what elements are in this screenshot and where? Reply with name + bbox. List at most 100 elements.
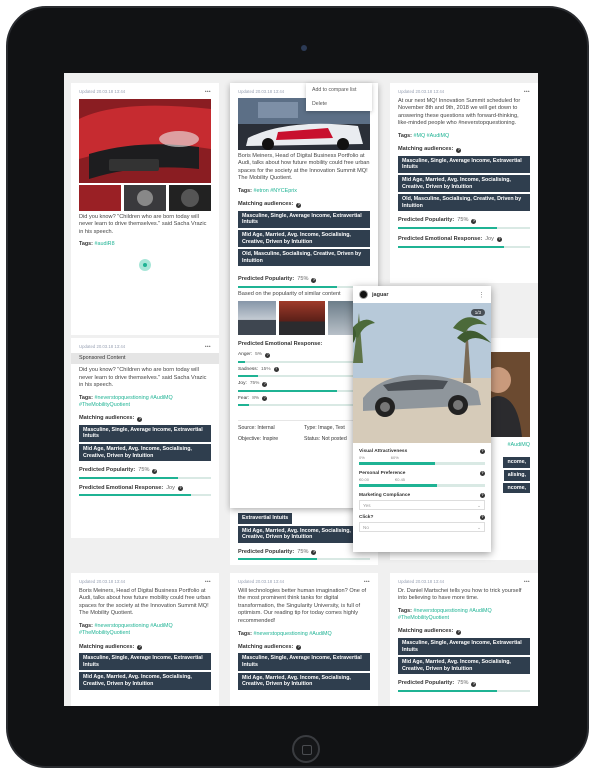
- audience-chip[interactable]: Masculine, Single, Average Income, Extra…: [79, 653, 211, 671]
- tag-link[interactable]: #neverstopquestioning #AudiMQ #TheMobili…: [398, 608, 492, 621]
- home-button-icon[interactable]: [292, 735, 320, 763]
- help-circle-icon[interactable]: ?: [480, 471, 485, 476]
- marketing-select[interactable]: Yes ⌄: [359, 500, 485, 510]
- help-circle-icon[interactable]: ?: [480, 515, 485, 520]
- help-circle-icon[interactable]: ?: [456, 147, 462, 153]
- emotion-value: 75%: [249, 381, 260, 387]
- help-circle-icon[interactable]: ?: [137, 416, 143, 422]
- emotion-bar: [398, 245, 530, 248]
- help-circle-icon[interactable]: ?: [480, 449, 485, 454]
- audience-chip[interactable]: Mid Age, Married, Avg. Income, Socialisi…: [79, 672, 211, 690]
- tag-link[interactable]: #neverstopquestioning #AudiMQ #TheMobili…: [79, 623, 173, 636]
- meta-key: Objective:: [238, 436, 262, 443]
- audience-chip[interactable]: Masculine, Single, Average Income, Extra…: [79, 424, 211, 443]
- audience-chip[interactable]: alising,: [503, 469, 530, 481]
- help-circle-icon[interactable]: ?: [262, 381, 268, 387]
- more-dots-icon[interactable]: •••: [205, 579, 211, 585]
- audience-chip[interactable]: Mid Age, Married, Avg. Income, Socialisi…: [79, 444, 211, 462]
- help-circle-icon[interactable]: ?: [296, 645, 302, 651]
- help-circle-icon[interactable]: ?: [496, 237, 502, 243]
- delete-menu-item[interactable]: Delete: [306, 97, 372, 111]
- more-dots-icon[interactable]: •••: [524, 89, 530, 95]
- popularity-heading: Predicted Popularity: 75%?: [398, 680, 530, 688]
- help-circle-icon[interactable]: ?: [273, 367, 279, 373]
- help-circle-icon[interactable]: ?: [471, 218, 477, 224]
- meta-row: Source: Internal Type: Image, Text: [238, 425, 370, 432]
- more-dots-icon[interactable]: •••: [205, 89, 211, 95]
- fear-row: Fear: 8%?: [238, 396, 370, 402]
- content-card[interactable]: Updated 20.03.18 13:44 ••• At our next M…: [390, 83, 538, 283]
- audience-chip[interactable]: Mid Age, Married, Avg. Income, Socialisi…: [398, 175, 530, 193]
- similar-thumbnail[interactable]: [238, 300, 276, 335]
- audience-chip[interactable]: Mid Age, Married, Avg. Income, Socialisi…: [238, 672, 370, 690]
- anger-bar: [238, 360, 370, 363]
- updated-timestamp: Updated 20.03.18 13:44: [398, 579, 445, 584]
- help-circle-icon[interactable]: ?: [311, 550, 317, 556]
- help-circle-icon[interactable]: ?: [296, 202, 302, 208]
- tag-link[interactable]: #neverstopquestioning #AudiMQ #TheMobili…: [79, 395, 173, 408]
- updated-timestamp: Updated 20.03.18 13:44: [79, 344, 126, 349]
- tag-link[interactable]: #AudiMQ: [508, 442, 530, 448]
- personal-slider[interactable]: [359, 484, 485, 487]
- section-label: Predicted Popularity:: [398, 217, 455, 224]
- help-circle-icon[interactable]: ?: [480, 493, 485, 498]
- level-fill: [359, 462, 435, 465]
- matching-audiences-heading: Matching audiences:?: [79, 644, 211, 652]
- matching-audiences-heading: Matching audiences:?: [79, 415, 211, 423]
- help-circle-icon[interactable]: ?: [137, 644, 143, 650]
- audience-chip[interactable]: Mid Age, Married, Avg. Income, Socialisi…: [398, 657, 530, 675]
- help-circle-icon[interactable]: ?: [471, 681, 477, 687]
- help-circle-icon[interactable]: ?: [152, 468, 158, 474]
- help-circle-icon[interactable]: ?: [177, 486, 183, 492]
- visual-slider[interactable]: [359, 462, 485, 465]
- content-card[interactable]: Updated 20.03.18 13:44 ••• Will technolo…: [230, 573, 378, 706]
- content-card[interactable]: Updated 20.03.18 13:44 ••• Dr. Daniel Ma…: [390, 573, 538, 706]
- more-vertical-icon[interactable]: ⋮: [478, 291, 485, 299]
- meta-value: Inspire: [262, 436, 279, 443]
- click-select[interactable]: No ⌄: [359, 522, 485, 532]
- more-dots-icon[interactable]: •••: [524, 579, 530, 585]
- image-counter-badge: 1/3: [470, 309, 485, 316]
- audience-chip[interactable]: Old, Masculine, Socialising, Creative, D…: [398, 194, 530, 212]
- matching-audiences-heading: Matching audiences:?: [238, 201, 370, 209]
- card-header: Updated 20.03.18 13:44 •••: [398, 579, 530, 585]
- tags-label: Tags:: [238, 630, 252, 637]
- level-fill: [238, 404, 249, 406]
- scale-value: €0.45: [395, 477, 406, 482]
- post-preview-panel[interactable]: jaguar ⋮ 1/3 Visual Attractiveness ? 0% …: [353, 286, 491, 552]
- help-circle-icon[interactable]: ?: [265, 352, 271, 358]
- audience-chip[interactable]: ncome,: [503, 457, 530, 468]
- audience-chip[interactable]: Mid Age, Married, Avg. Income, Socialisi…: [238, 230, 370, 248]
- audience-chip[interactable]: Masculine, Single, Average Income, Extra…: [238, 653, 370, 671]
- preview-photo[interactable]: 1/3: [353, 303, 491, 443]
- help-circle-icon[interactable]: ?: [311, 277, 317, 283]
- expand-dot-icon[interactable]: [139, 258, 151, 271]
- content-card[interactable]: Updated 20.03.18 13:44 ••• Boris Meiners…: [71, 573, 219, 706]
- level-fill: [79, 476, 178, 479]
- audience-chip[interactable]: ncome,: [503, 482, 530, 494]
- more-dots-icon[interactable]: •••: [205, 344, 211, 350]
- tag-link[interactable]: #etron #NYCEprix: [253, 188, 296, 194]
- similar-thumbnail[interactable]: [279, 300, 325, 335]
- section-label: Predicted Emotional Response:: [79, 484, 164, 491]
- content-card[interactable]: Updated 20.03.18 13:44 ••• Sponsored Con…: [71, 338, 219, 538]
- updated-timestamp: Updated 20.03.18 13:44: [238, 579, 285, 584]
- emotion-value: 5%: [255, 352, 263, 358]
- audience-chip[interactable]: Masculine, Single, Average Income, Extra…: [398, 638, 530, 656]
- audience-chip[interactable]: Masculine, Single, Average Income, Extra…: [398, 155, 530, 174]
- help-circle-icon[interactable]: ?: [456, 629, 462, 635]
- audience-chip[interactable]: Mid Age, Married, Avg. Income, Socialisi…: [238, 525, 370, 543]
- add-to-compare-menu-item[interactable]: Add to compare list: [306, 83, 372, 97]
- updated-timestamp: Updated 20.03.18 13:44: [398, 89, 445, 94]
- help-circle-icon[interactable]: ?: [262, 396, 268, 402]
- audience-chip[interactable]: Old, Masculine, Socialising, Creative, D…: [238, 249, 370, 267]
- card-text: At our next MQ! Innovation Summit schedu…: [398, 97, 521, 127]
- tag-link[interactable]: #neverstopquestioning #AudiMQ: [253, 631, 331, 637]
- audience-chip[interactable]: Extravertial Intuits: [238, 513, 293, 524]
- tag-link[interactable]: #audiR8: [94, 241, 114, 247]
- tags-label: Tags:: [79, 622, 93, 629]
- tag-link[interactable]: #MQ #AudiMQ: [413, 133, 449, 139]
- content-card[interactable]: Updated 20.03.18 13:44 ••• Did you know?…: [71, 83, 219, 335]
- more-dots-icon[interactable]: •••: [364, 579, 370, 585]
- audience-chip[interactable]: Masculine, Single, Average Income, Extra…: [238, 210, 370, 229]
